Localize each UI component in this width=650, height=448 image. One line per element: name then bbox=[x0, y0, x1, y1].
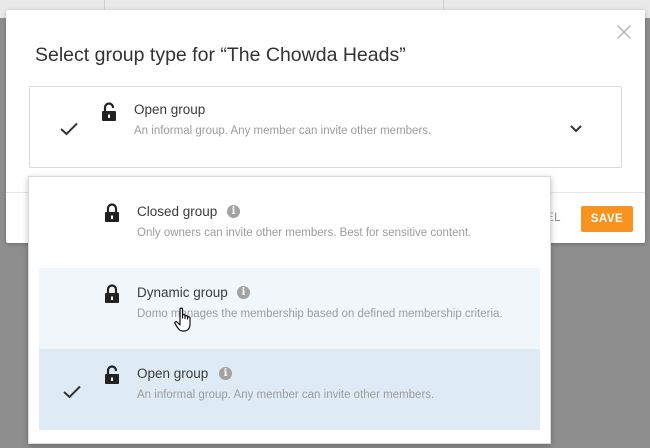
group-type-dropdown: Closed group i Only owners can invite ot… bbox=[28, 176, 551, 444]
checkmark-icon bbox=[60, 122, 78, 136]
unlocked-padlock-icon bbox=[102, 102, 116, 121]
option-description: An informal group. Any member can invite… bbox=[137, 389, 435, 401]
checkmark-icon bbox=[63, 385, 81, 399]
option-open-group[interactable]: Open group i An informal group. Any memb… bbox=[39, 349, 540, 430]
chevron-down-icon[interactable] bbox=[569, 124, 583, 134]
locked-padlock-icon bbox=[105, 284, 119, 303]
selected-option-title: Open group bbox=[134, 102, 206, 117]
info-icon[interactable]: i bbox=[227, 205, 240, 218]
selected-option-description: An informal group. Any member can invite… bbox=[134, 125, 432, 137]
info-icon[interactable]: i bbox=[219, 367, 232, 380]
option-title: Dynamic group bbox=[137, 285, 228, 300]
group-type-select[interactable]: Open group An informal group. Any member… bbox=[29, 86, 622, 168]
dialog-title: Select group type for “The Chowda Heads” bbox=[35, 44, 406, 66]
save-button[interactable]: SAVE bbox=[581, 206, 633, 232]
option-description: Only owners can invite other members. Be… bbox=[137, 227, 472, 239]
close-icon[interactable] bbox=[616, 24, 632, 40]
unlocked-padlock-icon bbox=[105, 365, 119, 384]
locked-padlock-icon bbox=[105, 203, 119, 222]
option-closed-group[interactable]: Closed group i Only owners can invite ot… bbox=[39, 187, 540, 268]
option-title: Closed group bbox=[137, 204, 218, 219]
info-icon[interactable]: i bbox=[237, 286, 250, 299]
option-dynamic-group[interactable]: Dynamic group i Domo manages the members… bbox=[39, 268, 540, 349]
option-description: Domo manages the membership based on def… bbox=[137, 308, 503, 320]
hand-pointer-cursor-icon bbox=[174, 307, 191, 332]
option-title: Open group bbox=[137, 366, 209, 381]
